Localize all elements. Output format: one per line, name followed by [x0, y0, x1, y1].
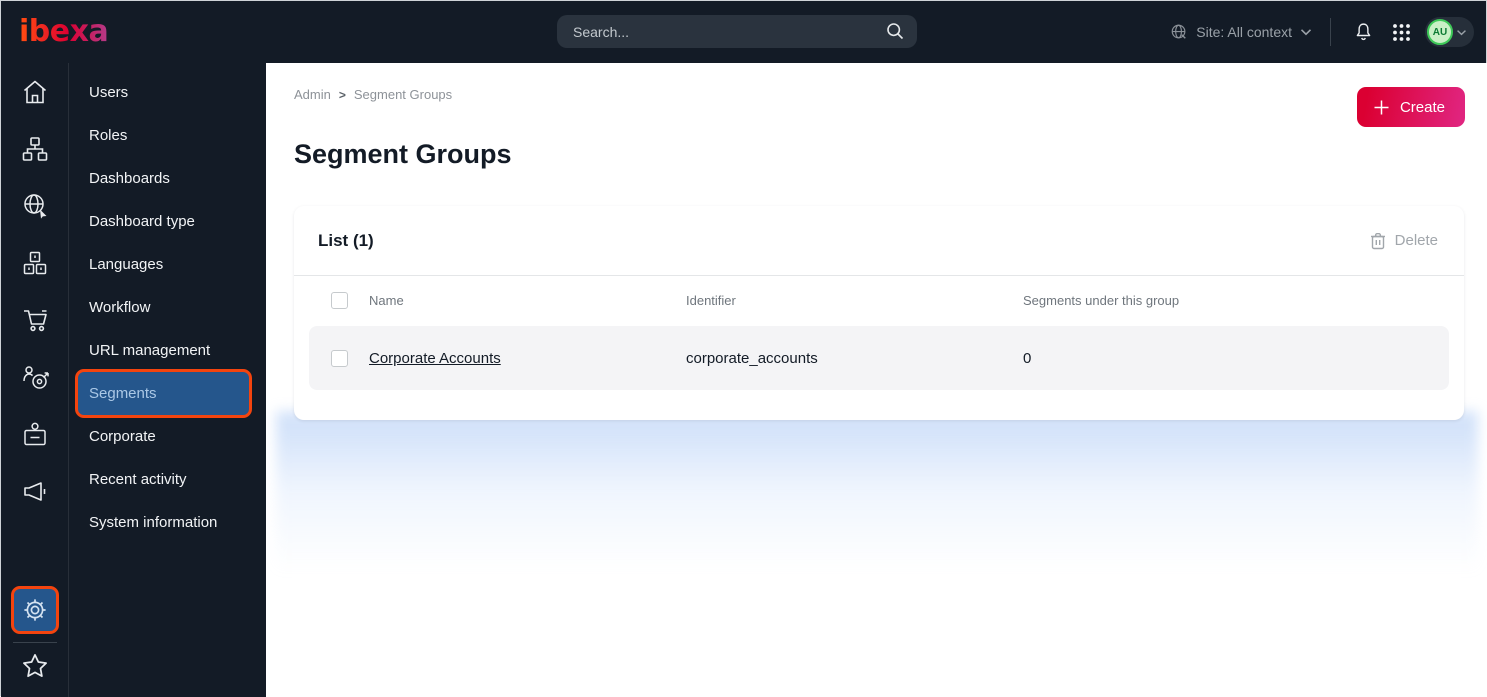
breadcrumb-current: Segment Groups	[353, 87, 453, 102]
search-input[interactable]	[557, 15, 917, 48]
list-title: List (1)	[318, 230, 374, 250]
row-name-link[interactable]: Corporate Accounts	[369, 350, 686, 367]
column-header-identifier: Identifier	[686, 292, 736, 308]
site-context-selector[interactable]: Site: All context	[1170, 23, 1312, 41]
page-title: Segment Groups	[294, 139, 512, 169]
select-all-checkbox[interactable]	[331, 291, 348, 309]
trash-icon	[1370, 232, 1385, 249]
app-grid-icon	[1392, 23, 1410, 41]
search-icon[interactable]	[885, 21, 905, 41]
admin-menu: Users Roles Dashboards Dashboard type La…	[69, 63, 266, 697]
breadcrumb-admin[interactable]: Admin	[294, 87, 331, 102]
personalization-target-icon	[22, 366, 49, 389]
menu-item-dashboards[interactable]: Dashboards	[69, 157, 266, 200]
create-button-label: Create	[1399, 98, 1445, 116]
commerce-cart-icon	[23, 310, 47, 332]
segment-groups-list-card: List (1) Delete Name Identifier Segments…	[294, 206, 1464, 420]
activity-megaphone-icon	[23, 482, 45, 501]
bookmarks-star-icon	[22, 654, 47, 678]
column-header-name: Name	[369, 292, 404, 308]
menu-item-languages[interactable]: Languages	[69, 243, 266, 286]
notifications-button[interactable]	[1349, 18, 1377, 46]
list-card-header: List (1) Delete	[294, 206, 1464, 276]
main-content: Admin > Segment Groups Segment Groups Cr…	[266, 63, 1487, 697]
rail-item-dashboard[interactable]	[20, 77, 50, 107]
rail-item-bookmarks[interactable]	[20, 651, 50, 681]
delete-button[interactable]: Delete	[1370, 232, 1438, 250]
table-row: Corporate Accounts corporate_accounts 0	[309, 326, 1449, 390]
home-icon	[23, 80, 46, 104]
card-glow	[276, 411, 1478, 601]
plus-icon	[1374, 100, 1389, 114]
site-globe-icon	[23, 194, 46, 219]
rail-item-activity[interactable]	[20, 476, 50, 506]
menu-item-users[interactable]: Users	[69, 71, 266, 114]
rail-item-products[interactable]	[20, 248, 50, 278]
rail-divider	[12, 642, 57, 643]
user-menu[interactable]: AU	[1425, 17, 1474, 47]
row-identifier: corporate_accounts	[686, 349, 818, 367]
rail-item-commerce[interactable]	[20, 305, 50, 335]
menu-item-url-management[interactable]: URL management	[69, 329, 266, 372]
rail-item-content[interactable]	[20, 134, 50, 164]
breadcrumb-separator: >	[338, 87, 346, 102]
menu-item-workflow[interactable]: Workflow	[69, 286, 266, 329]
avatar: AU	[1427, 19, 1453, 45]
table-header-row: Name Identifier Segments under this grou…	[309, 276, 1449, 324]
icon-rail	[1, 63, 69, 697]
row-segments-count: 0	[1023, 349, 1032, 367]
settings-gear-icon	[23, 599, 46, 621]
menu-item-roles[interactable]: Roles	[69, 114, 266, 157]
corporate-badge-icon	[23, 422, 46, 446]
products-boxes-icon	[23, 251, 46, 275]
menu-item-recent-activity[interactable]: Recent activity	[69, 458, 266, 501]
breadcrumb: Admin > Segment Groups	[294, 87, 452, 102]
content-structure-icon	[22, 137, 47, 161]
create-button[interactable]: Create	[1356, 87, 1465, 127]
chevron-down-icon	[1456, 29, 1467, 36]
rail-item-site[interactable]	[20, 191, 50, 221]
topbar-right-cluster: Site: All context AU	[1170, 1, 1474, 63]
chevron-down-icon	[1300, 28, 1312, 36]
ibexa-logo[interactable]: ibexa	[19, 17, 109, 47]
site-context-globe-icon	[1170, 23, 1188, 41]
rail-item-personalization[interactable]	[20, 362, 50, 392]
topbar-divider	[1330, 18, 1331, 46]
topbar: ibexa Site: All context	[1, 1, 1486, 63]
column-header-segments: Segments under this group	[1023, 292, 1180, 308]
menu-item-dashboard-type[interactable]: Dashboard type	[69, 200, 266, 243]
rail-item-corporate[interactable]	[20, 419, 50, 449]
app-switcher-button[interactable]	[1387, 18, 1415, 46]
menu-item-segments[interactable]: Segments	[75, 369, 252, 418]
row-checkbox[interactable]	[331, 349, 348, 367]
menu-item-system-information[interactable]: System information	[69, 501, 266, 544]
site-context-label: Site: All context	[1196, 24, 1292, 40]
delete-button-label: Delete	[1394, 232, 1438, 249]
notifications-bell-icon	[1356, 23, 1370, 41]
global-search	[557, 15, 917, 48]
menu-item-corporate[interactable]: Corporate	[69, 415, 266, 458]
rail-item-admin-active[interactable]	[10, 586, 59, 634]
